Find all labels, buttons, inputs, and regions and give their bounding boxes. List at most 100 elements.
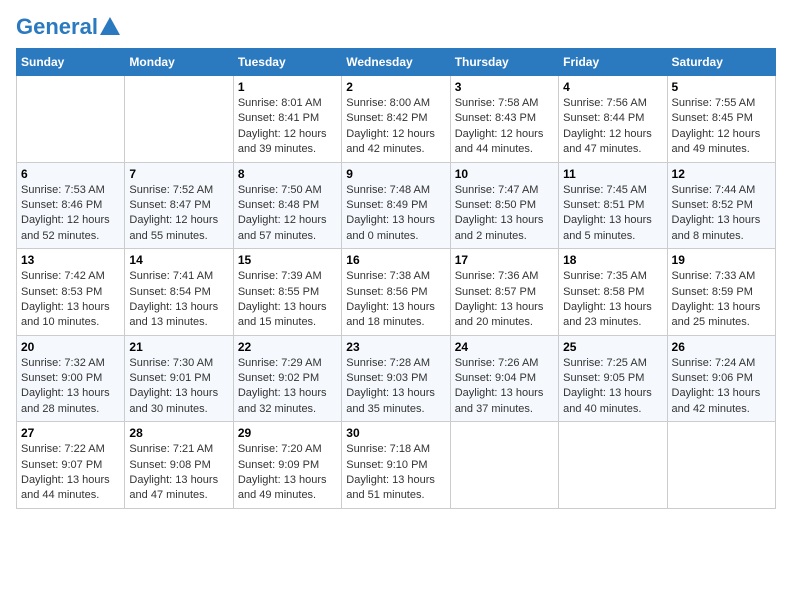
day-info: Sunrise: 7:45 AMSunset: 8:51 PMDaylight:… [563, 183, 662, 245]
calendar-cell: 30 Sunrise: 7:18 AMSunset: 9:10 PMDayligh… [342, 422, 450, 509]
day-info: Sunrise: 7:18 AMSunset: 9:10 PMDaylight:… [346, 442, 445, 504]
day-number: 22 [238, 340, 337, 354]
calendar-cell: 25 Sunrise: 7:25 AMSunset: 9:05 PMDayligh… [559, 335, 667, 422]
calendar-cell: 9 Sunrise: 7:48 AMSunset: 8:49 PMDaylight… [342, 162, 450, 249]
calendar-cell: 21 Sunrise: 7:30 AMSunset: 9:01 PMDayligh… [125, 335, 233, 422]
day-number: 13 [21, 253, 120, 267]
day-info: Sunrise: 7:24 AMSunset: 9:06 PMDaylight:… [672, 356, 771, 418]
day-number: 3 [455, 80, 554, 94]
calendar-cell: 16 Sunrise: 7:38 AMSunset: 8:56 PMDayligh… [342, 249, 450, 336]
calendar-cell: 8Sunrise: 7:50 AMSunset: 8:48 PMDaylight… [233, 162, 341, 249]
calendar-cell [17, 76, 125, 163]
day-info: Sunrise: 7:38 AMSunset: 8:56 PMDaylight:… [346, 269, 445, 331]
day-info: Sunrise: 7:53 AMSunset: 8:46 PMDaylight:… [21, 183, 120, 245]
day-number: 19 [672, 253, 771, 267]
day-number: 2 [346, 80, 445, 94]
day-number: 28 [129, 426, 228, 440]
calendar-cell [125, 76, 233, 163]
day-info: Sunrise: 7:58 AMSunset: 8:43 PMDaylight:… [455, 96, 554, 158]
day-info: Sunrise: 7:30 AMSunset: 9:01 PMDaylight:… [129, 356, 228, 418]
day-number: 16 [346, 253, 445, 267]
day-number: 11 [563, 167, 662, 181]
day-info: Sunrise: 7:56 AMSunset: 8:44 PMDaylight:… [563, 96, 662, 158]
calendar-cell: 27 Sunrise: 7:22 AMSunset: 9:07 PMDayligh… [17, 422, 125, 509]
day-info: Sunrise: 7:32 AMSunset: 9:00 PMDaylight:… [21, 356, 120, 418]
day-number: 14 [129, 253, 228, 267]
day-number: 17 [455, 253, 554, 267]
day-info: Sunrise: 7:33 AMSunset: 8:59 PMDaylight:… [672, 269, 771, 331]
day-info: Sunrise: 7:36 AMSunset: 8:57 PMDaylight:… [455, 269, 554, 331]
calendar-cell: 22 Sunrise: 7:29 AMSunset: 9:02 PMDayligh… [233, 335, 341, 422]
day-header-saturday: Saturday [667, 49, 775, 76]
day-info: Sunrise: 7:52 AMSunset: 8:47 PMDaylight:… [129, 183, 228, 245]
day-number: 20 [21, 340, 120, 354]
day-info: Sunrise: 7:41 AMSunset: 8:54 PMDaylight:… [129, 269, 228, 331]
calendar-cell: 29 Sunrise: 7:20 AMSunset: 9:09 PMDayligh… [233, 422, 341, 509]
calendar-cell: 18 Sunrise: 7:35 AMSunset: 8:58 PMDayligh… [559, 249, 667, 336]
calendar-cell: 17 Sunrise: 7:36 AMSunset: 8:57 PMDayligh… [450, 249, 558, 336]
logo: General [16, 16, 120, 38]
day-info: Sunrise: 7:26 AMSunset: 9:04 PMDaylight:… [455, 356, 554, 418]
calendar-cell: 11 Sunrise: 7:45 AMSunset: 8:51 PMDayligh… [559, 162, 667, 249]
day-header-sunday: Sunday [17, 49, 125, 76]
day-info: Sunrise: 7:55 AMSunset: 8:45 PMDaylight:… [672, 96, 771, 158]
day-header-wednesday: Wednesday [342, 49, 450, 76]
week-row-3: 13 Sunrise: 7:42 AMSunset: 8:53 PMDayligh… [17, 249, 776, 336]
day-number: 30 [346, 426, 445, 440]
calendar-cell: 3 Sunrise: 7:58 AMSunset: 8:43 PMDaylight… [450, 76, 558, 163]
day-number: 29 [238, 426, 337, 440]
calendar-cell: 20 Sunrise: 7:32 AMSunset: 9:00 PMDayligh… [17, 335, 125, 422]
calendar-cell: 12 Sunrise: 7:44 AMSunset: 8:52 PMDayligh… [667, 162, 775, 249]
day-header-tuesday: Tuesday [233, 49, 341, 76]
calendar-cell [559, 422, 667, 509]
day-info: Sunrise: 7:28 AMSunset: 9:03 PMDaylight:… [346, 356, 445, 418]
week-row-4: 20 Sunrise: 7:32 AMSunset: 9:00 PMDayligh… [17, 335, 776, 422]
calendar-cell: 24 Sunrise: 7:26 AMSunset: 9:04 PMDayligh… [450, 335, 558, 422]
calendar-cell [450, 422, 558, 509]
day-number: 12 [672, 167, 771, 181]
calendar-cell: 13 Sunrise: 7:42 AMSunset: 8:53 PMDayligh… [17, 249, 125, 336]
page-header: General [16, 16, 776, 38]
day-info: Sunrise: 7:44 AMSunset: 8:52 PMDaylight:… [672, 183, 771, 245]
day-info: Sunrise: 7:48 AMSunset: 8:49 PMDaylight:… [346, 183, 445, 245]
calendar-cell: 1Sunrise: 8:01 AMSunset: 8:41 PMDaylight… [233, 76, 341, 163]
calendar-cell: 19 Sunrise: 7:33 AMSunset: 8:59 PMDayligh… [667, 249, 775, 336]
day-number: 26 [672, 340, 771, 354]
day-number: 10 [455, 167, 554, 181]
calendar-cell: 14 Sunrise: 7:41 AMSunset: 8:54 PMDayligh… [125, 249, 233, 336]
logo-triangle-icon [100, 17, 120, 35]
day-number: 4 [563, 80, 662, 94]
day-number: 25 [563, 340, 662, 354]
day-number: 9 [346, 167, 445, 181]
day-info: Sunrise: 7:42 AMSunset: 8:53 PMDaylight:… [21, 269, 120, 331]
day-number: 27 [21, 426, 120, 440]
week-row-2: 6 Sunrise: 7:53 AMSunset: 8:46 PMDaylight… [17, 162, 776, 249]
day-info: Sunrise: 7:39 AMSunset: 8:55 PMDaylight:… [238, 269, 337, 331]
day-number: 18 [563, 253, 662, 267]
day-number: 5 [672, 80, 771, 94]
day-number: 15 [238, 253, 337, 267]
day-info: Sunrise: 8:00 AMSunset: 8:42 PMDaylight:… [346, 96, 445, 158]
day-info: Sunrise: 7:25 AMSunset: 9:05 PMDaylight:… [563, 356, 662, 418]
calendar-cell: 4 Sunrise: 7:56 AMSunset: 8:44 PMDaylight… [559, 76, 667, 163]
day-number: 23 [346, 340, 445, 354]
day-info: Sunrise: 7:21 AMSunset: 9:08 PMDaylight:… [129, 442, 228, 504]
calendar-cell: 2 Sunrise: 8:00 AMSunset: 8:42 PMDaylight… [342, 76, 450, 163]
logo-general: General [16, 16, 98, 38]
calendar-cell: 23 Sunrise: 7:28 AMSunset: 9:03 PMDayligh… [342, 335, 450, 422]
day-number: 6 [21, 167, 120, 181]
day-header-monday: Monday [125, 49, 233, 76]
calendar-cell: 26 Sunrise: 7:24 AMSunset: 9:06 PMDayligh… [667, 335, 775, 422]
day-info: Sunrise: 7:20 AMSunset: 9:09 PMDaylight:… [238, 442, 337, 504]
calendar-cell: 28 Sunrise: 7:21 AMSunset: 9:08 PMDayligh… [125, 422, 233, 509]
day-info: Sunrise: 7:29 AMSunset: 9:02 PMDaylight:… [238, 356, 337, 418]
calendar-cell: 10Sunrise: 7:47 AMSunset: 8:50 PMDayligh… [450, 162, 558, 249]
calendar-cell [667, 422, 775, 509]
day-number: 21 [129, 340, 228, 354]
calendar-cell: 5 Sunrise: 7:55 AMSunset: 8:45 PMDaylight… [667, 76, 775, 163]
day-number: 24 [455, 340, 554, 354]
day-number: 7 [129, 167, 228, 181]
week-row-1: 1Sunrise: 8:01 AMSunset: 8:41 PMDaylight… [17, 76, 776, 163]
day-info: Sunrise: 7:35 AMSunset: 8:58 PMDaylight:… [563, 269, 662, 331]
day-info: Sunrise: 7:22 AMSunset: 9:07 PMDaylight:… [21, 442, 120, 504]
